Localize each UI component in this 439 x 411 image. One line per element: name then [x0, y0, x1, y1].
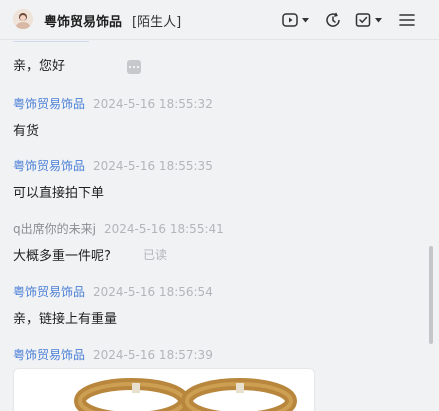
task-icon[interactable]: [354, 10, 372, 30]
message-text: 有货: [13, 124, 40, 139]
message-time: 2024-5-16 18:57:39: [93, 348, 213, 362]
message-time: 2024-5-16 18:55:35: [93, 159, 213, 173]
message-text: 亲，您好: [13, 59, 66, 74]
contact-name[interactable]: 粤饰贸易饰品: [44, 11, 122, 30]
message-sender[interactable]: 粤饰贸易饰品: [13, 97, 85, 111]
message-meta: 粤饰贸易饰品 2024-5-16 18:55:35: [13, 157, 213, 174]
message-sender[interactable]: 粤饰贸易饰品: [13, 285, 85, 299]
message-item[interactable]: 亲，您好: [13, 55, 65, 74]
message-list[interactable]: 亲，您好 粤饰贸易饰品 2024-5-16 18:55:32 有货 粤饰贸易饰品 2…: [0, 41, 428, 411]
message-text: 可以直接拍下单: [13, 186, 105, 201]
message-item[interactable]: 粤饰贸易饰品 2024-5-16 18:56:54 亲，链接上有重量: [13, 283, 213, 327]
scrolled-off-line: [13, 41, 93, 49]
video-dropdown-icon[interactable]: [302, 10, 309, 30]
menu-icon[interactable]: [398, 10, 416, 30]
message-meta: 粤饰贸易饰品 2024-5-16 18:56:54: [13, 283, 213, 300]
message-item[interactable]: 粤饰贸易饰品 2024-5-16 18:55:35 可以直接拍下单: [13, 157, 213, 201]
read-status: 已读: [143, 248, 168, 262]
video-call-icon[interactable]: [281, 10, 299, 30]
contact-tag: [陌生人]: [132, 15, 182, 30]
message-meta: 粤饰贸易饰品 2024-5-16 18:55:32: [13, 95, 213, 112]
message-text: 亲，链接上有重量: [13, 312, 118, 327]
message-sender[interactable]: q出席你的未来j: [13, 222, 96, 236]
message-text: 大概多重一件呢?: [13, 249, 111, 264]
avatar[interactable]: [13, 9, 33, 29]
scrollbar[interactable]: [429, 246, 433, 344]
history-icon[interactable]: [324, 10, 342, 30]
task-dropdown-icon[interactable]: [375, 10, 382, 30]
bracelet-image: [14, 369, 314, 411]
message-meta: 粤饰贸易饰品 2024-5-16 18:57:39: [13, 346, 213, 363]
message-time: 2024-5-16 18:55:32: [93, 97, 213, 111]
message-time: 2024-5-16 18:55:41: [103, 222, 224, 236]
message-time: 2024-5-16 18:56:54: [93, 285, 213, 299]
message-item[interactable]: 粤饰贸易饰品 2024-5-16 18:55:32 有货: [13, 95, 213, 139]
chat-header: 粤饰贸易饰品 [陌生人]: [0, 0, 439, 40]
message-item[interactable]: q出席你的未来j 2024-5-16 18:55:41 大概多重一件呢?: [13, 220, 224, 264]
message-sender[interactable]: 粤饰贸易饰品: [13, 348, 85, 362]
image-message[interactable]: [13, 368, 315, 411]
message-item[interactable]: 粤饰贸易饰品 2024-5-16 18:57:39: [13, 346, 213, 363]
message-sender[interactable]: 粤饰贸易饰品: [13, 159, 85, 173]
message-meta: q出席你的未来j 2024-5-16 18:55:41: [13, 220, 224, 237]
more-options-icon[interactable]: [127, 60, 141, 74]
